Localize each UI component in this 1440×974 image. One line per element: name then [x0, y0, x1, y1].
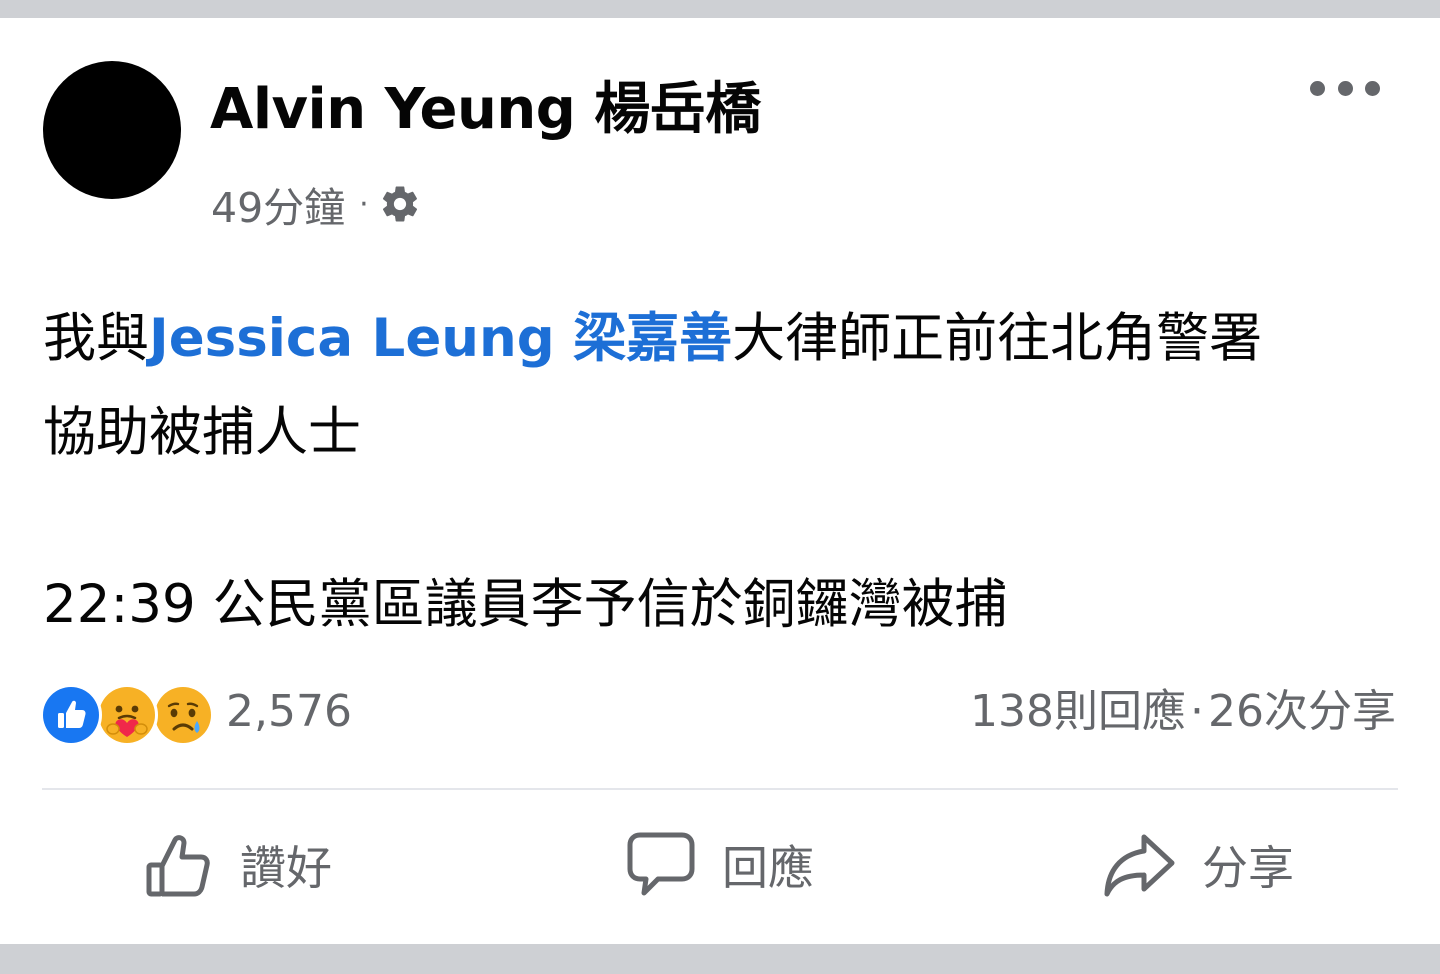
more-dot-icon — [1365, 80, 1380, 96]
reactions-row: 2,576 138則回應·26次分享 — [40, 680, 1400, 746]
comment-count[interactable]: 138則回應 — [970, 686, 1186, 737]
comment-button[interactable]: 回應 — [626, 820, 814, 910]
post-text-prefix: 我與 — [43, 308, 149, 369]
bottom-frame-bar — [0, 944, 1440, 974]
mention-link[interactable]: Jessica Leung 梁嘉善 — [149, 308, 732, 369]
reaction-icons[interactable] — [40, 684, 220, 746]
like-button[interactable]: 讚好 — [142, 820, 332, 910]
more-dot-icon — [1310, 80, 1325, 96]
share-arrow-icon — [1104, 834, 1175, 897]
author-name[interactable]: Alvin Yeung 楊岳橋 — [210, 78, 761, 142]
engagement-stats: 138則回應·26次分享 — [970, 680, 1396, 744]
comment-label: 回應 — [722, 841, 814, 895]
gear-icon[interactable] — [379, 183, 421, 225]
post-meta: 49分鐘 · — [211, 178, 421, 232]
comment-bubble-icon — [627, 832, 695, 896]
share-label: 分享 — [1202, 841, 1294, 895]
post-body: 我與Jessica Leung 梁嘉善大律師正前往北角警署 協助被捕人士 22:… — [43, 292, 1403, 652]
share-button[interactable]: 分享 — [1102, 820, 1294, 910]
more-dot-icon — [1337, 80, 1353, 96]
post-text-line: 協助被捕人士 — [43, 402, 361, 463]
post-text-line: 22:39 公民黨區議員李予信於銅鑼灣被捕 — [43, 574, 1008, 635]
thumbs-up-icon — [146, 835, 210, 897]
action-bar: 讚好 回應 分享 — [42, 800, 1398, 930]
top-frame-bar — [0, 0, 1440, 18]
like-label: 讚好 — [240, 841, 332, 895]
post-text-suffix: 大律師正前往北角警署 — [732, 308, 1263, 369]
like-icon — [40, 684, 102, 746]
divider — [42, 788, 1398, 790]
stats-separator: · — [1190, 686, 1204, 737]
more-options-button[interactable] — [1310, 72, 1380, 104]
post-text-line: 我與Jessica Leung 梁嘉善大律師正前往北角警署 — [43, 292, 1403, 386]
share-count[interactable]: 26次分享 — [1208, 686, 1396, 737]
meta-separator: · — [359, 186, 369, 222]
post-timestamp[interactable]: 49分鐘 — [211, 174, 345, 234]
care-icon — [96, 684, 158, 746]
reaction-count[interactable]: 2,576 — [226, 680, 352, 744]
avatar[interactable] — [43, 61, 181, 199]
sad-icon — [152, 684, 214, 746]
